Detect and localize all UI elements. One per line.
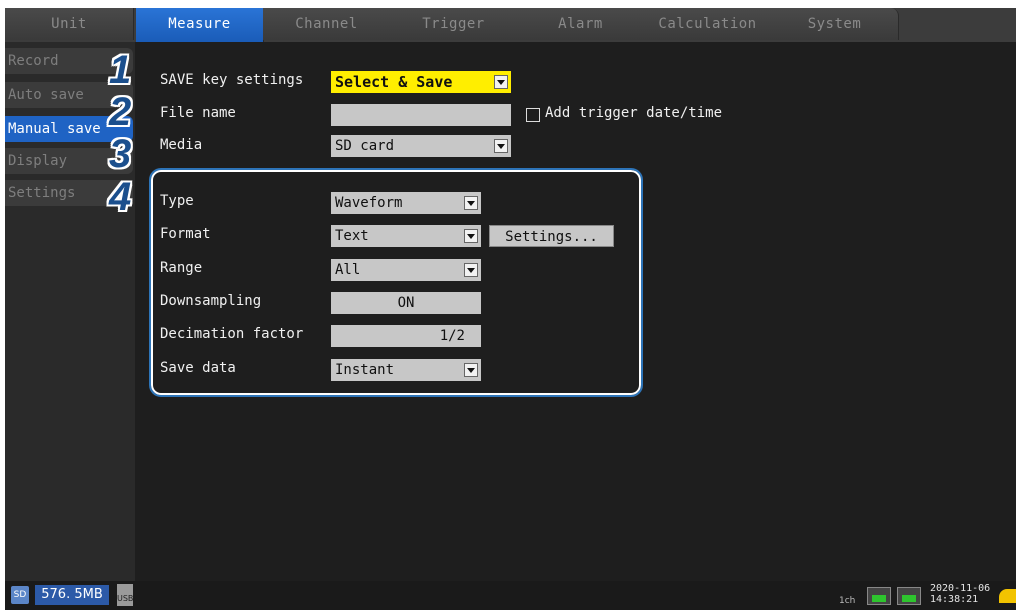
tab-calculation[interactable]: Calculation [644, 8, 772, 40]
save-data-label: Save data [160, 360, 236, 376]
key-lock-icon [999, 589, 1016, 603]
main-tab-bar: Unit Measure Channel Trigger Alarm Calcu… [5, 8, 1016, 42]
sd-card-icon: SD [11, 586, 29, 604]
media-label: Media [160, 137, 203, 153]
save-key-value: Select & Save [335, 73, 453, 91]
signal-1-icon [867, 587, 891, 605]
type-value: Waveform [335, 195, 403, 211]
tab-measure[interactable]: Measure [136, 8, 264, 42]
status-bar: SD 576. 5MB USB 1ch 2020-11-06 14:38:21 [5, 581, 1016, 610]
chevron-down-icon [464, 363, 478, 377]
downsampling-toggle[interactable]: ON [331, 292, 481, 314]
chevron-down-icon [464, 263, 478, 277]
downsampling-label: Downsampling [160, 293, 262, 309]
tab-trigger[interactable]: Trigger [390, 8, 518, 40]
datetime: 2020-11-06 14:38:21 [930, 583, 990, 605]
usb-icon: USB [117, 584, 133, 606]
add-trigger-checkbox[interactable] [526, 108, 540, 122]
type-label: Type [160, 193, 194, 209]
format-value: Text [335, 228, 369, 244]
save-key-select[interactable]: Select & Save [331, 71, 511, 93]
chevron-down-icon [494, 75, 508, 89]
chevron-down-icon [464, 229, 478, 243]
tab-system[interactable]: System [771, 8, 899, 40]
time-text: 14:38:21 [930, 594, 979, 605]
callout-3: 3 [109, 132, 132, 176]
media-value: SD card [335, 138, 395, 154]
tab-channel[interactable]: Channel [263, 8, 391, 40]
decimation-label: Decimation factor [160, 326, 304, 342]
wireless-icon: 1ch [837, 585, 859, 606]
chevron-down-icon [494, 139, 508, 153]
memory-remaining: 576. 5MB [35, 585, 109, 605]
signal-2-icon [897, 587, 921, 605]
date-text: 2020-11-06 [930, 583, 991, 594]
range-value: All [335, 262, 361, 278]
save-key-label: SAVE key settings [160, 72, 304, 88]
channel-label: 1ch [839, 596, 856, 606]
range-select[interactable]: All [331, 259, 481, 281]
tab-unit[interactable]: Unit [5, 8, 134, 40]
chevron-down-icon [464, 196, 478, 210]
file-name-input[interactable] [331, 104, 511, 126]
decimation-input[interactable]: 1/2 [331, 325, 481, 347]
instrument-screen: Unit Measure Channel Trigger Alarm Calcu… [5, 8, 1016, 610]
settings-panel: SAVE key settings Select & Save File nam… [135, 42, 1016, 581]
media-select[interactable]: SD card [331, 135, 511, 157]
format-select[interactable]: Text [331, 225, 481, 247]
callout-1: 1 [109, 48, 132, 92]
callout-2: 2 [109, 90, 132, 134]
file-name-label: File name [160, 105, 236, 121]
format-label: Format [160, 226, 211, 242]
add-trigger-label: Add trigger date/time [545, 105, 723, 121]
save-data-select[interactable]: Instant [331, 359, 481, 381]
format-settings-button[interactable]: Settings... [489, 225, 614, 247]
callout-4: 4 [109, 175, 132, 219]
save-data-value: Instant [335, 362, 395, 378]
range-label: Range [160, 260, 203, 276]
tab-alarm[interactable]: Alarm [517, 8, 645, 40]
type-select[interactable]: Waveform [331, 192, 481, 214]
